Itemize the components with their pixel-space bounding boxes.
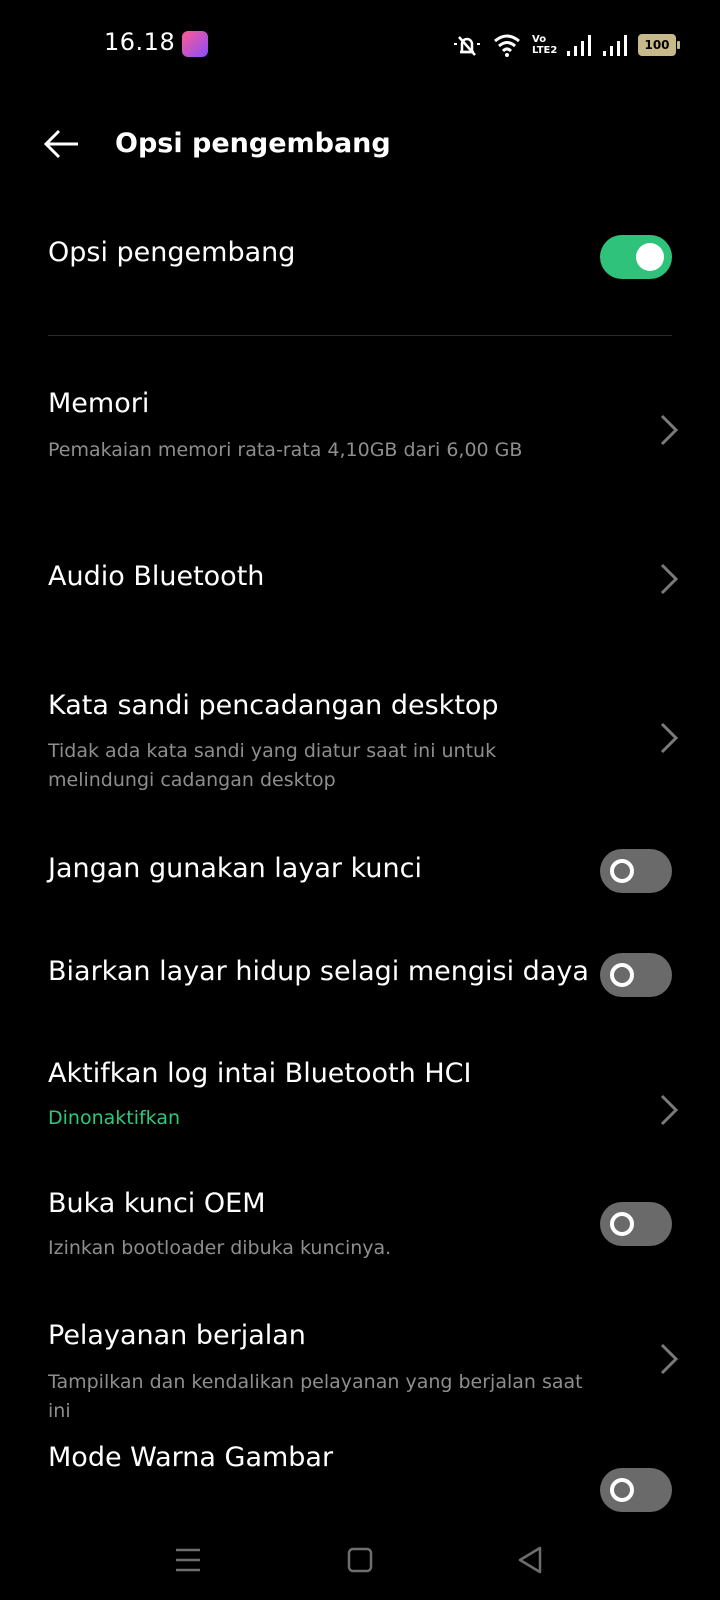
- status-time: 16.18: [104, 28, 176, 56]
- setting-title: Aktifkan log intai Bluetooth HCI: [48, 1058, 472, 1089]
- toggle-knob: [610, 1212, 634, 1236]
- chevron-right-icon: [660, 722, 679, 754]
- setting-status: Dinonaktifkan: [48, 1107, 181, 1129]
- square-icon: [347, 1547, 373, 1573]
- back-button[interactable]: [40, 124, 86, 164]
- setting-title: Memori: [48, 388, 150, 419]
- setting-bluetooth-hci-log[interactable]: Aktifkan log intai Bluetooth HCI Dinonak…: [0, 1040, 720, 1140]
- setting-title: Jangan gunakan layar kunci: [48, 853, 422, 884]
- battery-icon: 100: [638, 34, 680, 56]
- signal-icon-sim1: [567, 35, 591, 56]
- status-icons: Vo LTE2 100: [452, 31, 680, 59]
- setting-title: Biarkan layar hidup selagi mengisi daya: [48, 956, 589, 987]
- developer-options-toggle[interactable]: [600, 235, 672, 279]
- toggle-knob: [610, 1478, 634, 1502]
- divider: [48, 335, 672, 336]
- setting-audio-bluetooth[interactable]: Audio Bluetooth: [0, 545, 720, 615]
- setting-subtitle: Tidak ada kata sandi yang diatur saat in…: [48, 740, 497, 791]
- status-bar: 16.18 Vo LTE2 100: [0, 0, 720, 90]
- setting-title: Pelayanan berjalan: [48, 1320, 306, 1351]
- setting-title: Audio Bluetooth: [48, 561, 265, 592]
- setting-developer-options[interactable]: Opsi pengembang: [0, 215, 720, 305]
- setting-picture-color-mode[interactable]: Mode Warna Gambar: [0, 1440, 720, 1520]
- toggle-knob: [610, 963, 634, 987]
- app-notification-icon: [182, 31, 208, 57]
- setting-oem-unlock[interactable]: Buka kunci OEM Izinkan bootloader dibuka…: [0, 1180, 720, 1280]
- chevron-right-icon: [660, 563, 679, 595]
- oem-unlock-toggle[interactable]: [600, 1202, 672, 1246]
- setting-subtitle: Tampilkan dan kendalikan pelayanan yang …: [48, 1371, 583, 1422]
- setting-title: Buka kunci OEM: [48, 1188, 266, 1219]
- home-button[interactable]: [338, 1538, 382, 1582]
- toggle-knob: [636, 243, 664, 271]
- stay-awake-toggle[interactable]: [600, 953, 672, 997]
- chevron-right-icon: [660, 414, 679, 446]
- recent-apps-button[interactable]: [166, 1538, 210, 1582]
- back-nav-button[interactable]: [508, 1538, 552, 1582]
- setting-subtitle: Izinkan bootloader dibuka kuncinya.: [48, 1237, 392, 1259]
- menu-icon: [176, 1548, 200, 1572]
- app-header: Opsi pengembang: [0, 110, 720, 180]
- setting-stay-awake[interactable]: Biarkan layar hidup selagi mengisi daya: [0, 940, 720, 1010]
- disable-lock-screen-toggle[interactable]: [600, 849, 672, 893]
- toggle-knob: [610, 859, 634, 883]
- setting-title: Kata sandi pencadangan desktop: [48, 690, 499, 721]
- setting-memory[interactable]: Memori Pemakaian memori rata-rata 4,10GB…: [0, 380, 720, 490]
- navigation-bar: [0, 1520, 720, 1600]
- chevron-right-icon: [660, 1094, 679, 1126]
- wifi-icon: [494, 34, 520, 57]
- setting-subtitle: Pemakaian memori rata-rata 4,10GB dari 6…: [48, 439, 523, 461]
- triangle-back-icon: [518, 1546, 542, 1574]
- battery-level: 100: [644, 38, 670, 52]
- setting-desktop-backup-password[interactable]: Kata sandi pencadangan desktop Tidak ada…: [0, 672, 720, 802]
- mute-bell-icon: [454, 36, 480, 56]
- volte-indicator: Vo LTE2: [532, 34, 558, 56]
- setting-title: Mode Warna Gambar: [48, 1442, 334, 1473]
- setting-title: Opsi pengembang: [48, 237, 296, 268]
- picture-color-mode-toggle[interactable]: [600, 1468, 672, 1512]
- page-title: Opsi pengembang: [115, 128, 391, 159]
- back-arrow-icon: [43, 129, 78, 159]
- setting-running-services[interactable]: Pelayanan berjalan Tampilkan dan kendali…: [0, 1310, 720, 1422]
- chevron-right-icon: [660, 1343, 679, 1375]
- setting-disable-lock-screen[interactable]: Jangan gunakan layar kunci: [0, 835, 720, 905]
- signal-icon-sim2: [603, 35, 627, 56]
